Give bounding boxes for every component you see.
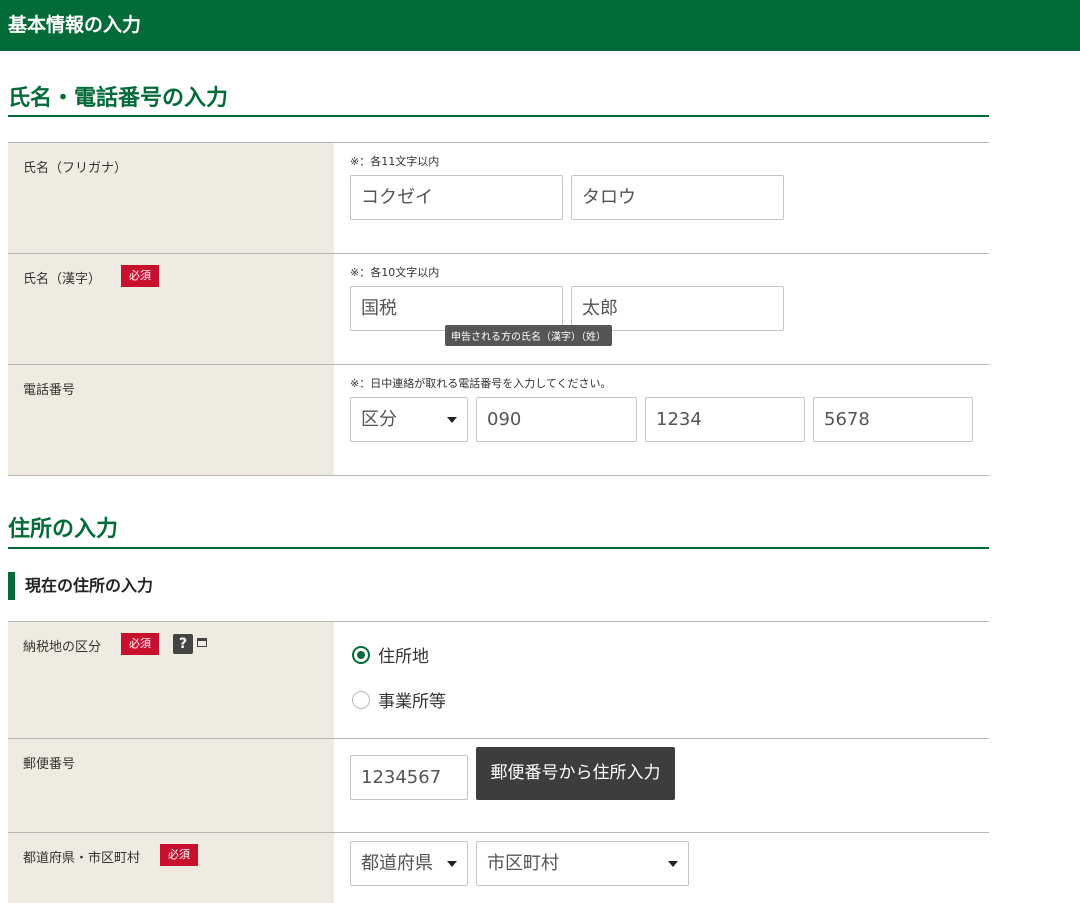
phone-note: ※：日中連絡が取れる電話番号を入力してください。 [350, 377, 612, 390]
page-header: 基本情報の入力 [0, 0, 1080, 51]
postal-lookup-button[interactable]: 郵便番号から住所入力 [476, 747, 675, 800]
subsection-title-current-address: 現在の住所の入力 [8, 572, 153, 600]
tax-place-field-cell: 住所地 事業所等 [334, 622, 989, 738]
radio-option-business[interactable]: 事業所等 [352, 687, 446, 712]
prefecture-city-label: 都道府県・市区町村 [23, 851, 141, 866]
kanji-label: 氏名（漢字） [23, 272, 102, 287]
postal-label-cell: 郵便番号 [8, 739, 334, 832]
prefecture-city-label-cell: 都道府県・市区町村 必須 [8, 833, 334, 903]
radio-option-residence-label: 住所地 [378, 647, 429, 667]
kana-last-name-input[interactable]: コクゼイ [350, 175, 563, 220]
postal-row: 郵便番号 1234567 郵便番号から住所入力 [8, 739, 989, 833]
required-badge: 必須 [121, 633, 160, 655]
section-title-address: 住所の入力 [8, 511, 989, 549]
radio-option-residence[interactable]: 住所地 [352, 642, 429, 667]
prefecture-select-value: 都道府県 [361, 853, 433, 874]
kana-note: ※：各11文字以内 [350, 155, 440, 168]
chevron-down-icon [447, 861, 457, 867]
tax-place-row: 納税地の区分 必須 ? 住所地 事業所等 [8, 622, 989, 739]
postal-code-input[interactable]: 1234567 [350, 755, 468, 800]
kana-row: 氏名（フリガナ） ※：各11文字以内 コクゼイ タロウ [8, 143, 989, 254]
phone-part2-input[interactable]: 1234 [645, 397, 805, 442]
kanji-note: ※：各10文字以内 [350, 266, 440, 279]
name-phone-table: 氏名（フリガナ） ※：各11文字以内 コクゼイ タロウ 氏名（漢字） 必須 ※：… [8, 142, 989, 476]
prefecture-city-row: 都道府県・市区町村 必須 都道府県 市区町村 [8, 833, 989, 903]
kanji-row: 氏名（漢字） 必須 ※：各10文字以内 国税 太郎 申告される方の氏名（漢字）（… [8, 254, 989, 365]
postal-label: 郵便番号 [23, 757, 76, 772]
section-title-name-phone: 氏名・電話番号の入力 [8, 80, 989, 117]
postal-field-cell: 1234567 郵便番号から住所入力 [334, 739, 989, 832]
page-header-title: 基本情報の入力 [8, 14, 142, 36]
radio-unchecked-icon [352, 690, 370, 709]
chevron-down-icon [447, 417, 457, 423]
kana-first-name-input[interactable]: タロウ [571, 175, 784, 220]
kana-field-cell: ※：各11文字以内 コクゼイ タロウ [334, 143, 989, 253]
required-badge: 必須 [160, 844, 199, 866]
phone-part1-input[interactable]: 090 [476, 397, 637, 442]
new-window-icon [197, 638, 208, 647]
kanji-last-name-tooltip: 申告される方の氏名（漢字）（姓） [445, 325, 612, 346]
phone-part3-input[interactable]: 5678 [813, 397, 973, 442]
tax-place-label-cell: 納税地の区分 必須 ? [8, 622, 334, 738]
tax-place-label: 納税地の区分 [23, 640, 102, 655]
address-table: 納税地の区分 必須 ? 住所地 事業所等 郵便番号 1234567 郵便番号から… [8, 621, 989, 903]
required-badge: 必須 [121, 265, 160, 287]
kanji-label-cell: 氏名（漢字） 必須 [8, 254, 334, 364]
radio-option-business-label: 事業所等 [378, 692, 446, 712]
phone-field-cell: ※：日中連絡が取れる電話番号を入力してください。 区分 090 1234 567… [334, 365, 989, 475]
radio-checked-icon [352, 645, 370, 664]
phone-label: 電話番号 [23, 383, 76, 398]
phone-row: 電話番号 ※：日中連絡が取れる電話番号を入力してください。 区分 090 123… [8, 365, 989, 476]
phone-type-select-value: 区分 [361, 409, 397, 430]
phone-label-cell: 電話番号 [8, 365, 334, 475]
kana-label: 氏名（フリガナ） [23, 161, 128, 176]
city-select-value: 市区町村 [487, 853, 559, 874]
kana-label-cell: 氏名（フリガナ） [8, 143, 334, 253]
phone-type-select[interactable]: 区分 [350, 397, 468, 442]
prefecture-select[interactable]: 都道府県 [350, 841, 468, 886]
city-select[interactable]: 市区町村 [476, 841, 689, 886]
help-icon[interactable]: ? [173, 634, 194, 654]
prefecture-city-field-cell: 都道府県 市区町村 [334, 833, 989, 903]
kanji-field-cell: ※：各10文字以内 国税 太郎 申告される方の氏名（漢字）（姓） [334, 254, 989, 364]
chevron-down-icon [668, 861, 678, 867]
